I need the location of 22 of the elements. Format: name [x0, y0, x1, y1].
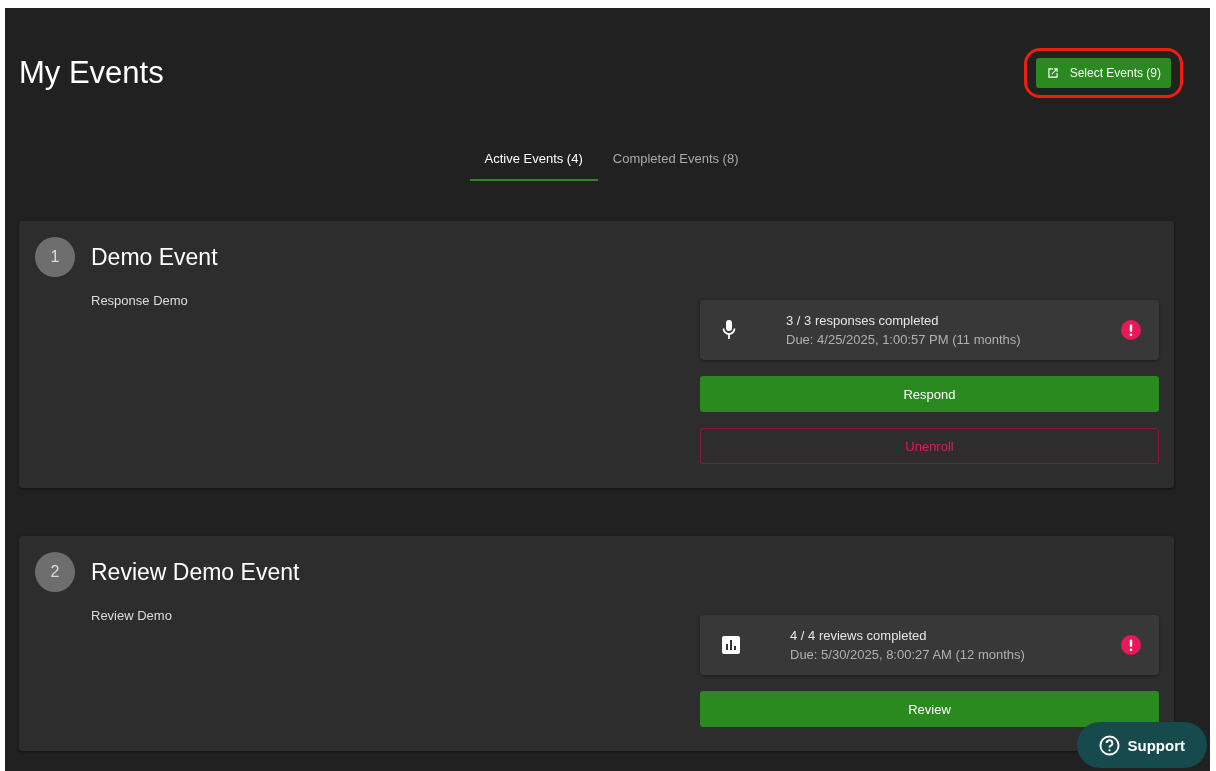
- bar-chart-icon: [722, 636, 740, 654]
- action-button[interactable]: Review: [700, 691, 1159, 727]
- support-button[interactable]: Support: [1076, 722, 1207, 768]
- tab[interactable]: Completed Events (8): [597, 138, 754, 181]
- due-date: Due: 5/30/2025, 8:00:27 AM (12 months): [790, 647, 1026, 662]
- due-date: Due: 4/25/2025, 1:00:57 PM (11 months): [786, 332, 1022, 347]
- tab[interactable]: Active Events (4): [469, 138, 598, 181]
- action-button[interactable]: Respond: [700, 376, 1159, 412]
- event-title: Demo Event: [91, 243, 218, 271]
- select-events-button[interactable]: Select Events (9): [1035, 58, 1171, 88]
- page-title: My Events: [19, 55, 164, 91]
- event-title: Review Demo Event: [91, 558, 300, 586]
- progress-text: 4 / 4 reviews completed: [790, 628, 928, 643]
- event-number: 1: [35, 237, 75, 277]
- help-icon: [1098, 734, 1120, 756]
- progress-text: 3 / 3 responses completed: [786, 313, 940, 328]
- unenroll-button[interactable]: Unenroll: [700, 428, 1159, 464]
- microphone-icon: [722, 320, 736, 340]
- event-number: 2: [35, 552, 75, 592]
- event-subtitle: Review Demo: [90, 608, 173, 625]
- external-link-icon: [1045, 66, 1060, 80]
- event-subtitle: Response Demo: [90, 293, 189, 310]
